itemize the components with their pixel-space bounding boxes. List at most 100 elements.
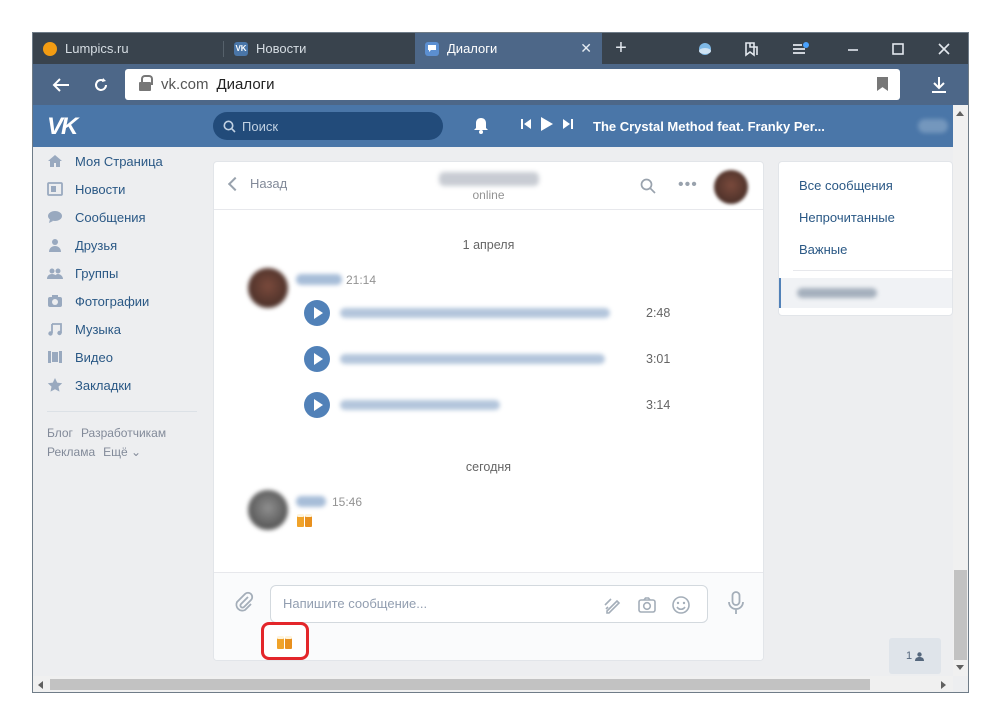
scroll-left-icon[interactable] bbox=[38, 681, 43, 689]
bookmarks-panel-icon[interactable] bbox=[731, 33, 771, 64]
sidebar-item-label: Видео bbox=[75, 349, 113, 365]
now-playing-title[interactable]: The Crystal Method feat. Franky Per... bbox=[593, 119, 825, 134]
play-icon[interactable] bbox=[541, 117, 553, 131]
weather-icon[interactable] bbox=[685, 33, 725, 64]
vertical-scrollbar[interactable] bbox=[953, 105, 968, 676]
sidebar-item-photos[interactable]: Фотографии bbox=[47, 287, 207, 315]
search-in-dialog-icon[interactable] bbox=[640, 178, 656, 194]
filter-important[interactable]: Важные bbox=[799, 242, 847, 257]
footer-link-more[interactable]: Ещё ⌄ bbox=[103, 445, 141, 459]
date-separator: 1 апреля bbox=[462, 238, 515, 252]
message-box[interactable] bbox=[270, 585, 708, 623]
active-dialog-entry[interactable] bbox=[779, 278, 952, 308]
scrollbar-thumb[interactable] bbox=[954, 570, 967, 660]
sidebar-item-label: Новости bbox=[75, 181, 126, 197]
friend-icon bbox=[49, 239, 61, 252]
sidebar-item-bookmarks[interactable]: Закладки bbox=[47, 371, 207, 399]
scroll-down-icon[interactable] bbox=[956, 665, 964, 670]
sidebar-item-my-page[interactable]: Моя Страница bbox=[47, 147, 207, 175]
play-audio-icon[interactable] bbox=[304, 346, 330, 372]
panel-divider bbox=[793, 270, 952, 271]
dialog-header: Назад online ••• bbox=[214, 162, 763, 210]
vk-logo[interactable]: VK bbox=[47, 113, 78, 141]
audio-attachment[interactable]: 2:48 bbox=[304, 300, 674, 326]
sidebar-divider bbox=[47, 411, 197, 412]
url-field[interactable]: vk.com Диалоги bbox=[125, 69, 900, 100]
smile-icon[interactable] bbox=[671, 595, 691, 615]
menu-icon[interactable] bbox=[781, 33, 821, 64]
avatar[interactable] bbox=[248, 490, 288, 530]
scroll-right-icon[interactable] bbox=[941, 681, 946, 689]
download-icon[interactable] bbox=[923, 70, 955, 100]
microphone-icon[interactable] bbox=[726, 591, 746, 615]
message-author-blurred[interactable] bbox=[296, 274, 342, 285]
tab-bar: Lumpics.ru VK Новости Диалоги ✕ + bbox=[33, 33, 968, 64]
user-menu[interactable] bbox=[918, 119, 948, 133]
horizontal-scrollbar[interactable] bbox=[33, 676, 953, 692]
message-time: 21:14 bbox=[346, 273, 377, 287]
lumpics-favicon-icon bbox=[43, 41, 57, 56]
sidebar-item-groups[interactable]: Группы bbox=[47, 259, 207, 287]
play-audio-icon[interactable] bbox=[304, 392, 330, 418]
messages-icon bbox=[48, 211, 62, 223]
previous-track-icon[interactable] bbox=[521, 119, 531, 129]
bell-icon[interactable] bbox=[473, 117, 489, 134]
peer-avatar[interactable] bbox=[714, 170, 748, 204]
play-audio-icon[interactable] bbox=[304, 300, 330, 326]
groups-icon bbox=[47, 268, 63, 279]
scroll-up-icon[interactable] bbox=[956, 111, 964, 116]
browser-window: Lumpics.ru VK Новости Диалоги ✕ + vk.com… bbox=[32, 32, 969, 693]
beer-emoji-icon bbox=[277, 636, 292, 649]
search-box[interactable] bbox=[213, 112, 443, 140]
scrollbar-thumb[interactable] bbox=[50, 679, 870, 690]
dialog-filter-panel: Все сообщения Непрочитанные Важные bbox=[778, 161, 953, 316]
audio-attachment[interactable]: 3:14 bbox=[304, 392, 674, 418]
reload-icon[interactable] bbox=[85, 70, 117, 100]
tab-dialogs[interactable]: Диалоги ✕ bbox=[415, 33, 602, 64]
avatar[interactable] bbox=[248, 268, 288, 308]
message-input[interactable] bbox=[283, 596, 583, 611]
sidebar-item-video[interactable]: Видео bbox=[47, 343, 207, 371]
camera-icon[interactable] bbox=[637, 595, 657, 615]
filter-all-messages[interactable]: Все сообщения bbox=[799, 178, 893, 193]
messages-favicon-icon bbox=[425, 41, 439, 56]
news-icon bbox=[47, 182, 63, 196]
attached-sticker-highlight[interactable] bbox=[261, 622, 309, 660]
audio-attachment[interactable]: 3:01 bbox=[304, 346, 674, 372]
footer-link-blog[interactable]: Блог bbox=[47, 426, 73, 440]
minimize-icon[interactable] bbox=[833, 33, 873, 64]
sidebar-item-label: Музыка bbox=[75, 321, 121, 337]
url-host: vk.com bbox=[161, 76, 209, 93]
sidebar-item-news[interactable]: Новости bbox=[47, 175, 207, 203]
message-composer bbox=[214, 572, 763, 660]
footer-link-developers[interactable]: Разработчикам bbox=[81, 426, 166, 440]
audio-title-blurred bbox=[340, 308, 610, 318]
vk-favicon-icon: VK bbox=[234, 41, 248, 56]
paperclip-icon[interactable] bbox=[234, 591, 254, 613]
search-input[interactable] bbox=[242, 118, 422, 134]
more-actions-icon[interactable]: ••• bbox=[678, 176, 698, 194]
filter-unread[interactable]: Непрочитанные bbox=[799, 210, 895, 225]
new-tab-icon[interactable]: + bbox=[601, 33, 641, 64]
lock-icon bbox=[139, 74, 153, 91]
friends-online-button[interactable]: 1 bbox=[889, 638, 941, 674]
back-arrow-icon[interactable] bbox=[45, 70, 77, 100]
close-tab-icon[interactable]: ✕ bbox=[580, 40, 592, 57]
tab-news[interactable]: VK Новости bbox=[224, 33, 414, 64]
sidebar-item-music[interactable]: Музыка bbox=[47, 315, 207, 343]
sidebar-item-friends[interactable]: Друзья bbox=[47, 231, 207, 259]
message-author-blurred[interactable] bbox=[296, 496, 326, 507]
next-track-icon[interactable] bbox=[563, 119, 573, 129]
bookmark-icon[interactable] bbox=[877, 77, 888, 91]
sidebar-item-messages[interactable]: Сообщения bbox=[47, 203, 207, 231]
sidebar-item-label: Моя Страница bbox=[75, 153, 163, 169]
footer-link-ads[interactable]: Реклама bbox=[47, 445, 95, 459]
maximize-icon[interactable] bbox=[878, 33, 918, 64]
tab-label: Lumpics.ru bbox=[65, 41, 129, 56]
beer-emoji-icon bbox=[297, 514, 312, 527]
search-icon bbox=[223, 120, 236, 133]
tab-lumpics[interactable]: Lumpics.ru bbox=[33, 33, 223, 64]
peer-name-blurred[interactable] bbox=[439, 172, 539, 186]
graffiti-icon[interactable] bbox=[603, 595, 623, 615]
close-window-icon[interactable] bbox=[924, 33, 964, 64]
